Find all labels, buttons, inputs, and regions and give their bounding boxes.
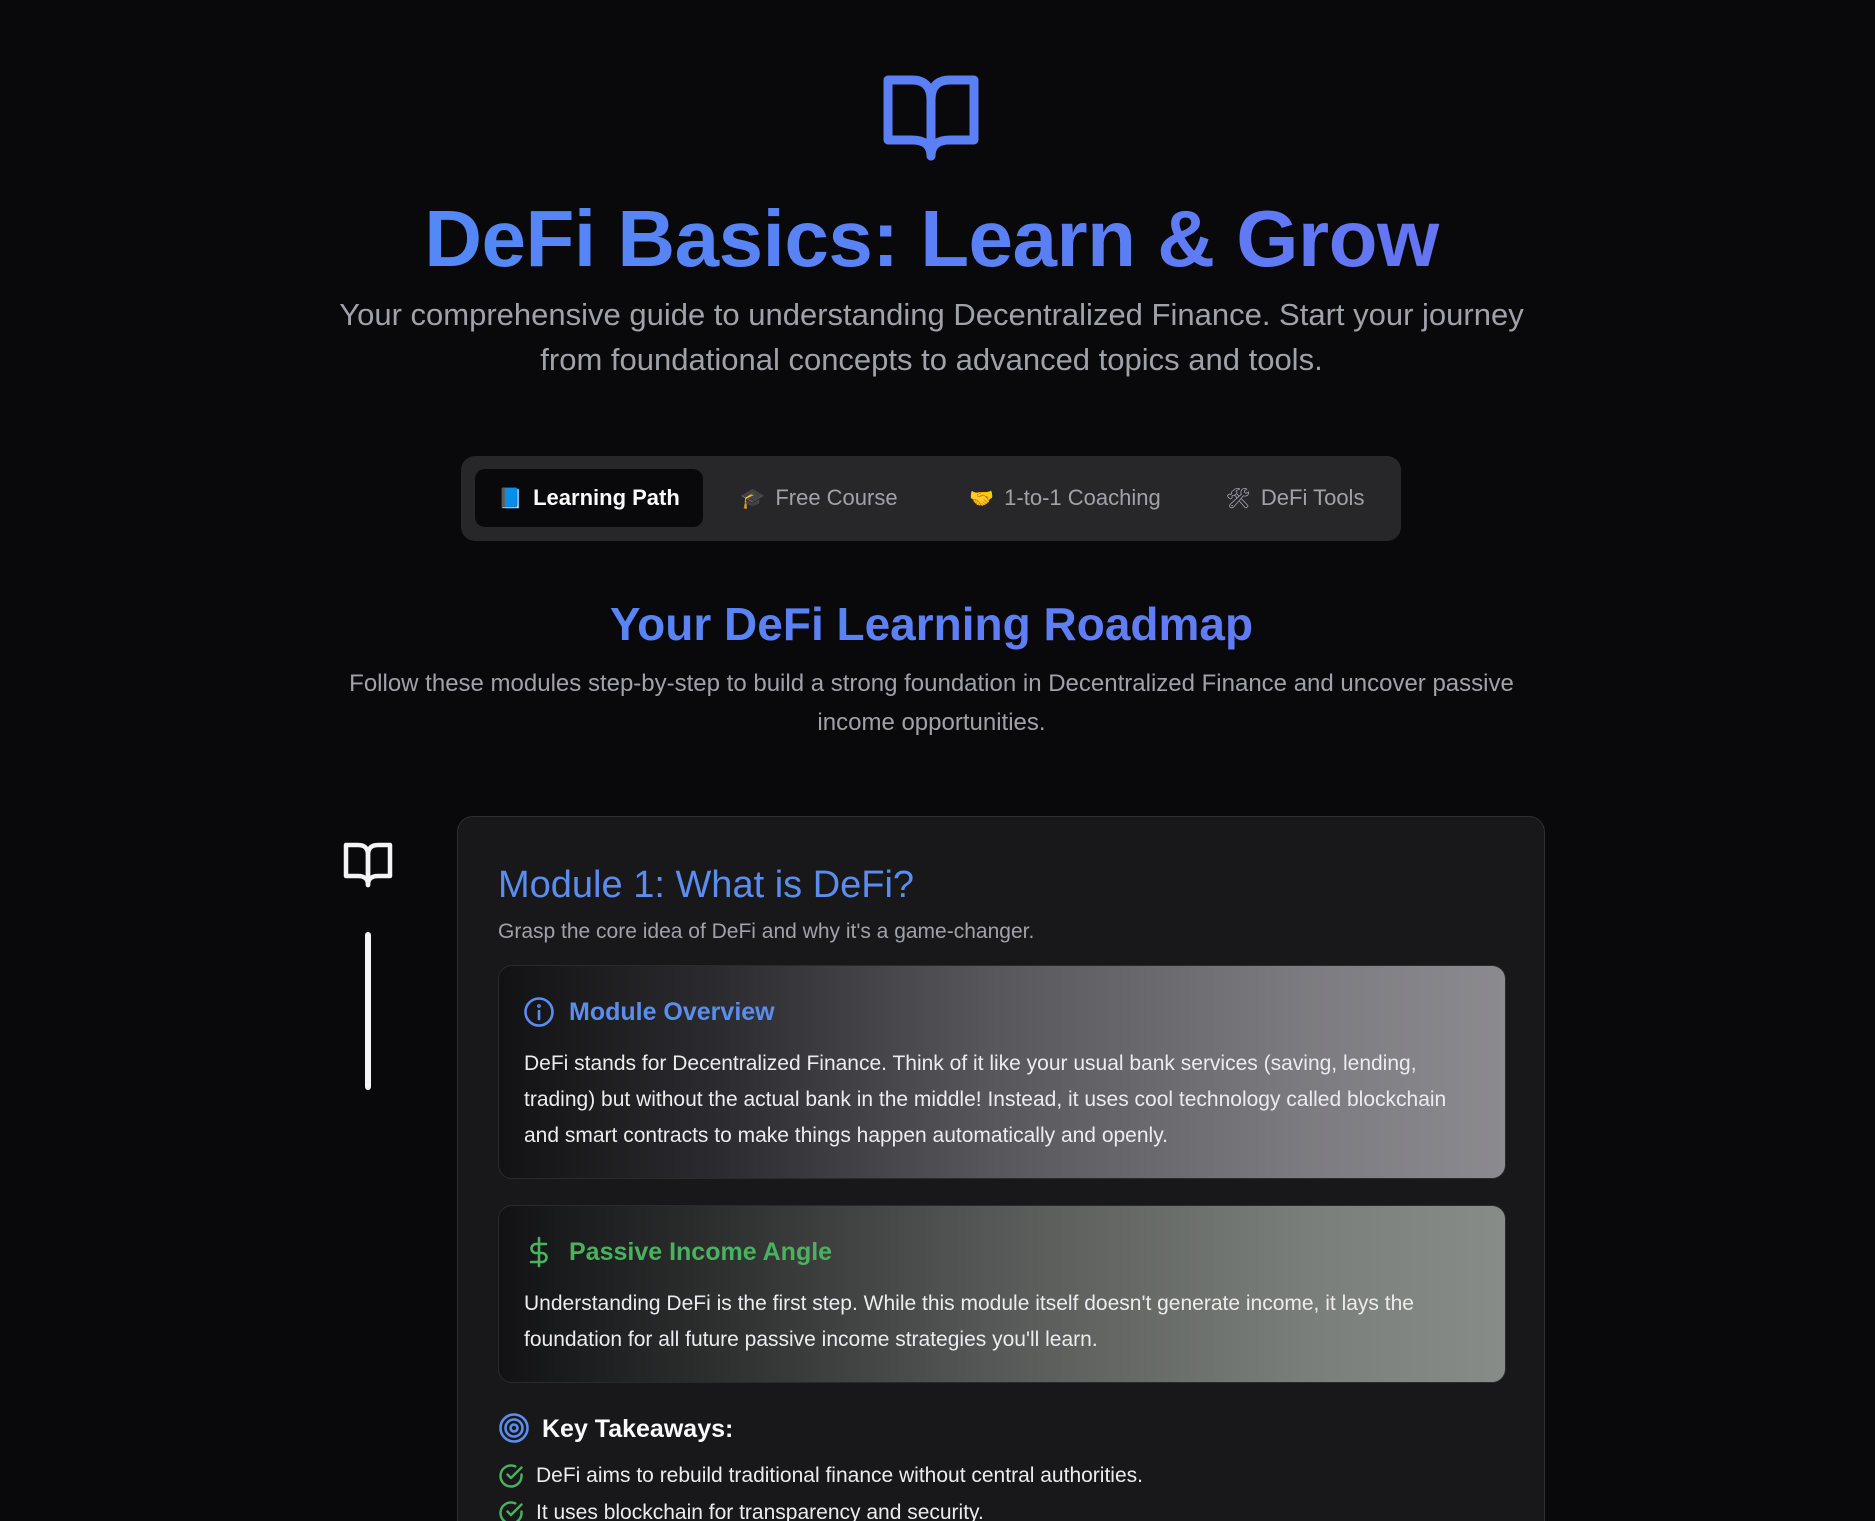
takeaways-heading: Key Takeaways: — [542, 1415, 734, 1443]
income-text: Understanding DeFi is the first step. Wh… — [524, 1292, 1414, 1351]
takeaway-text: It uses blockchain for transparency and … — [536, 1500, 984, 1521]
roadmap-subtitle: Follow these modules step-by-step to bui… — [349, 670, 1514, 736]
module-subtitle: Grasp the core idea of DeFi and why it's… — [498, 920, 1035, 943]
tab-bar: 📘 Learning Path 🎓 Free Course 🤝 1-to-1 C… — [461, 456, 1401, 541]
overview-heading: Module Overview — [569, 998, 775, 1026]
roadmap-title: Your DeFi Learning Roadmap — [0, 594, 1863, 654]
tab-defi-tools[interactable]: 🛠 DeFi Tools — [1205, 469, 1385, 527]
tab-label: 1-to-1 Coaching — [1004, 485, 1161, 510]
module-title: Module 1: What is DeFi? — [498, 864, 915, 906]
tab-learning-path[interactable]: 📘 Learning Path — [475, 469, 703, 527]
book-open-icon — [343, 842, 393, 888]
page-title: DeFi Basics: Learn & Grow — [0, 196, 1863, 282]
check-circle-icon — [499, 1463, 523, 1488]
overview-text: DeFi stands for Decentralized Finance. T… — [524, 1052, 1447, 1147]
blue-book-icon: 📘 — [498, 486, 524, 510]
page: DeFi Basics: Learn & Grow Your comprehen… — [0, 0, 1875, 1521]
graduation-cap-icon: 🎓 — [740, 486, 766, 510]
check-circle-icon — [499, 1500, 523, 1521]
handshake-icon: 🤝 — [969, 486, 995, 510]
list-item: DeFi aims to rebuild traditional finance… — [498, 1457, 1143, 1494]
module-overview-box: Module Overview DeFi stands for Decentra… — [498, 965, 1506, 1179]
info-icon — [524, 997, 554, 1027]
tab-coaching[interactable]: 🤝 1-to-1 Coaching — [945, 469, 1185, 527]
tools-icon: 🛠 — [1225, 486, 1251, 510]
takeaways-list: DeFi aims to rebuild traditional finance… — [498, 1457, 1143, 1521]
tab-free-course[interactable]: 🎓 Free Course — [719, 469, 919, 527]
book-open-icon — [883, 75, 979, 161]
passive-income-box: Passive Income Angle Understanding DeFi … — [498, 1205, 1506, 1383]
target-icon — [499, 1413, 529, 1443]
page-subtitle: Your comprehensive guide to understandin… — [339, 297, 1524, 377]
tab-label: Learning Path — [533, 485, 680, 510]
tab-label: Free Course — [775, 485, 898, 510]
tab-label: DeFi Tools — [1260, 485, 1365, 510]
dollar-icon — [529, 1236, 548, 1268]
timeline-line — [365, 932, 371, 1090]
module-card: Module 1: What is DeFi? Grasp the core i… — [457, 816, 1545, 1521]
list-item: It uses blockchain for transparency and … — [498, 1494, 1143, 1521]
income-heading: Passive Income Angle — [569, 1238, 833, 1266]
takeaway-text: DeFi aims to rebuild traditional finance… — [536, 1463, 1143, 1487]
